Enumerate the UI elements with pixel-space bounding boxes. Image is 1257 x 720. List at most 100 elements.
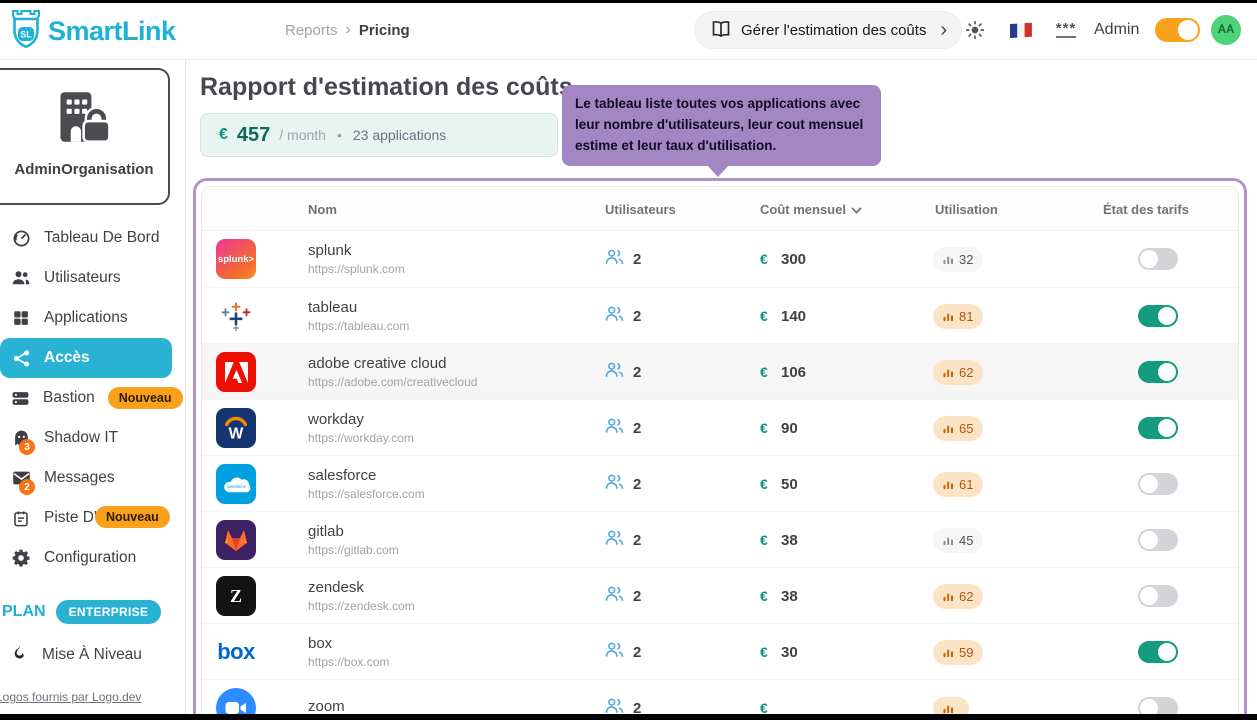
sidebar-menu: Tableau De Bord Utilisateurs Application… <box>0 218 186 578</box>
column-header-etat-des-tarifs[interactable]: État des tarifs <box>1103 187 1189 231</box>
organization-card[interactable]: AdminOrganisation <box>0 68 170 205</box>
usage-value: 62 <box>959 365 973 380</box>
window-bottom-edge <box>0 714 1257 720</box>
euro-icon: € <box>760 588 781 604</box>
app-url: https://workday.com <box>308 431 414 445</box>
users-icon <box>605 642 624 662</box>
cost-summary-box: € 457 / month • 23 applications <box>200 113 558 157</box>
table-row: box box https://box.com 2 € 30 <box>202 623 1238 679</box>
users-icon <box>605 362 624 382</box>
toggle-knob <box>1158 307 1176 325</box>
table-row: salesforce salesforce https://salesforce… <box>202 455 1238 511</box>
usage-badge: 61 <box>933 472 983 497</box>
manage-cost-estimation-button[interactable]: Gérer l'estimation des coûts › <box>694 11 962 49</box>
notification-count-badge: 2 <box>19 479 35 495</box>
server-icon <box>11 389 30 408</box>
admin-role-label: Admin <box>1094 0 1139 60</box>
sort-chevron-down-icon <box>851 202 862 217</box>
sidebar-item-piste-audit[interactable]: Piste D'audit Nouveau <box>0 498 172 538</box>
table-row: adobe creative cloud https://adobe.com/c… <box>202 343 1238 399</box>
sidebar-item-upgrade[interactable]: Mise À Niveau <box>11 643 142 666</box>
building-lock-icon <box>46 135 112 152</box>
bar-chart-icon <box>943 702 954 714</box>
sidebar-item-applications[interactable]: Applications <box>0 298 172 338</box>
apps-grid-icon <box>11 309 31 327</box>
pricing-toggle[interactable] <box>1138 417 1178 439</box>
app-url: https://tableau.com <box>308 319 409 333</box>
language-flag-fr-icon[interactable] <box>1006 0 1036 60</box>
app-name: gitlab <box>308 523 344 540</box>
cost-value: 90 <box>781 420 798 437</box>
pricing-toggle[interactable] <box>1138 641 1178 663</box>
pricing-toggle[interactable] <box>1138 361 1178 383</box>
pricing-toggle[interactable] <box>1138 473 1178 495</box>
salesforce-logo: salesforce <box>216 464 256 504</box>
users-icon <box>605 474 624 494</box>
usage-badge: 45 <box>933 528 983 553</box>
column-header-utilisation[interactable]: Utilisation <box>935 187 998 231</box>
cost-value: 38 <box>781 532 798 549</box>
bar-chart-icon <box>943 534 954 546</box>
admin-toggle[interactable] <box>1155 18 1200 42</box>
table-row: Z zendesk https://zendesk.com 2 € 38 <box>202 567 1238 623</box>
usage-value: 62 <box>959 589 973 604</box>
column-header-utilisateurs[interactable]: Utilisateurs <box>605 187 676 231</box>
sidebar-item-bastion[interactable]: Bastion Nouveau <box>0 378 172 418</box>
usage-badge: 81 <box>933 304 983 329</box>
theme-sun-icon[interactable] <box>960 0 990 60</box>
toggle-knob <box>1178 20 1198 40</box>
pricing-toggle[interactable] <box>1138 248 1178 270</box>
users-icon <box>605 306 624 326</box>
box-logo: box <box>216 632 256 672</box>
users-count: 2 <box>633 364 641 381</box>
toggle-knob <box>1140 250 1158 268</box>
tooltip-text: Le tableau liste toutes vos applications… <box>575 94 868 157</box>
sidebar-item-shadow-it[interactable]: Shadow IT 3 <box>0 418 172 458</box>
sidebar-item-acces[interactable]: Accès <box>0 338 172 378</box>
euro-icon: € <box>760 532 781 548</box>
users-count: 2 <box>633 588 641 605</box>
sidebar-item-configuration[interactable]: Configuration <box>0 538 172 578</box>
euro-icon: € <box>760 308 781 324</box>
app-url: https://box.com <box>308 655 389 669</box>
brand-logo[interactable]: SL SmartLink <box>8 9 176 54</box>
plan-label: PLAN <box>2 603 46 621</box>
organization-name: AdminOrganisation <box>0 161 168 178</box>
usage-badge: 32 <box>933 247 983 272</box>
app-name: adobe creative cloud <box>308 355 446 372</box>
sidebar-item-messages[interactable]: Messages 2 <box>0 458 172 498</box>
breadcrumb: Reports › Pricing <box>285 0 410 60</box>
app-name: workday <box>308 411 364 428</box>
pricing-toggle[interactable] <box>1138 585 1178 607</box>
bar-chart-icon <box>943 422 954 434</box>
breadcrumb-reports[interactable]: Reports <box>285 22 338 39</box>
sidebar-item-dashboard[interactable]: Tableau De Bord <box>0 218 172 258</box>
users-count: 2 <box>633 420 641 437</box>
euro-icon: € <box>760 364 781 380</box>
users-icon <box>605 530 624 550</box>
gear-icon <box>11 548 31 568</box>
app-name: zoom <box>308 698 345 715</box>
bar-chart-icon <box>943 253 954 265</box>
bar-chart-icon <box>943 366 954 378</box>
users-icon <box>11 269 31 287</box>
pricing-toggle[interactable] <box>1138 305 1178 327</box>
logo-dev-attribution-link[interactable]: Logos fournis par Logo.dev <box>0 690 141 704</box>
masked-password-icon[interactable]: *** <box>1050 0 1082 60</box>
page-title: Rapport d'estimation des coûts <box>200 73 573 102</box>
column-header-nom[interactable]: Nom <box>308 187 337 231</box>
column-header-cout-mensuel[interactable]: Coût mensuel <box>760 187 862 231</box>
sidebar-item-utilisateurs[interactable]: Utilisateurs <box>0 258 172 298</box>
users-count: 2 <box>633 308 641 325</box>
tooltip-pointer <box>707 165 729 177</box>
usage-value: 59 <box>959 645 973 660</box>
toggle-knob <box>1158 419 1176 437</box>
user-avatar[interactable]: AA <box>1211 15 1241 45</box>
plan-row: PLAN ENTERPRISE <box>2 600 161 624</box>
currency-symbol: € <box>219 126 228 144</box>
manage-button-label: Gérer l'estimation des coûts <box>741 22 926 39</box>
pricing-toggle[interactable] <box>1138 529 1178 551</box>
app-window: SL SmartLink Reports › Pricing Gérer l'e… <box>0 0 1257 720</box>
tour-tooltip: Le tableau liste toutes vos applications… <box>562 85 881 166</box>
total-cost: 457 <box>237 124 270 147</box>
